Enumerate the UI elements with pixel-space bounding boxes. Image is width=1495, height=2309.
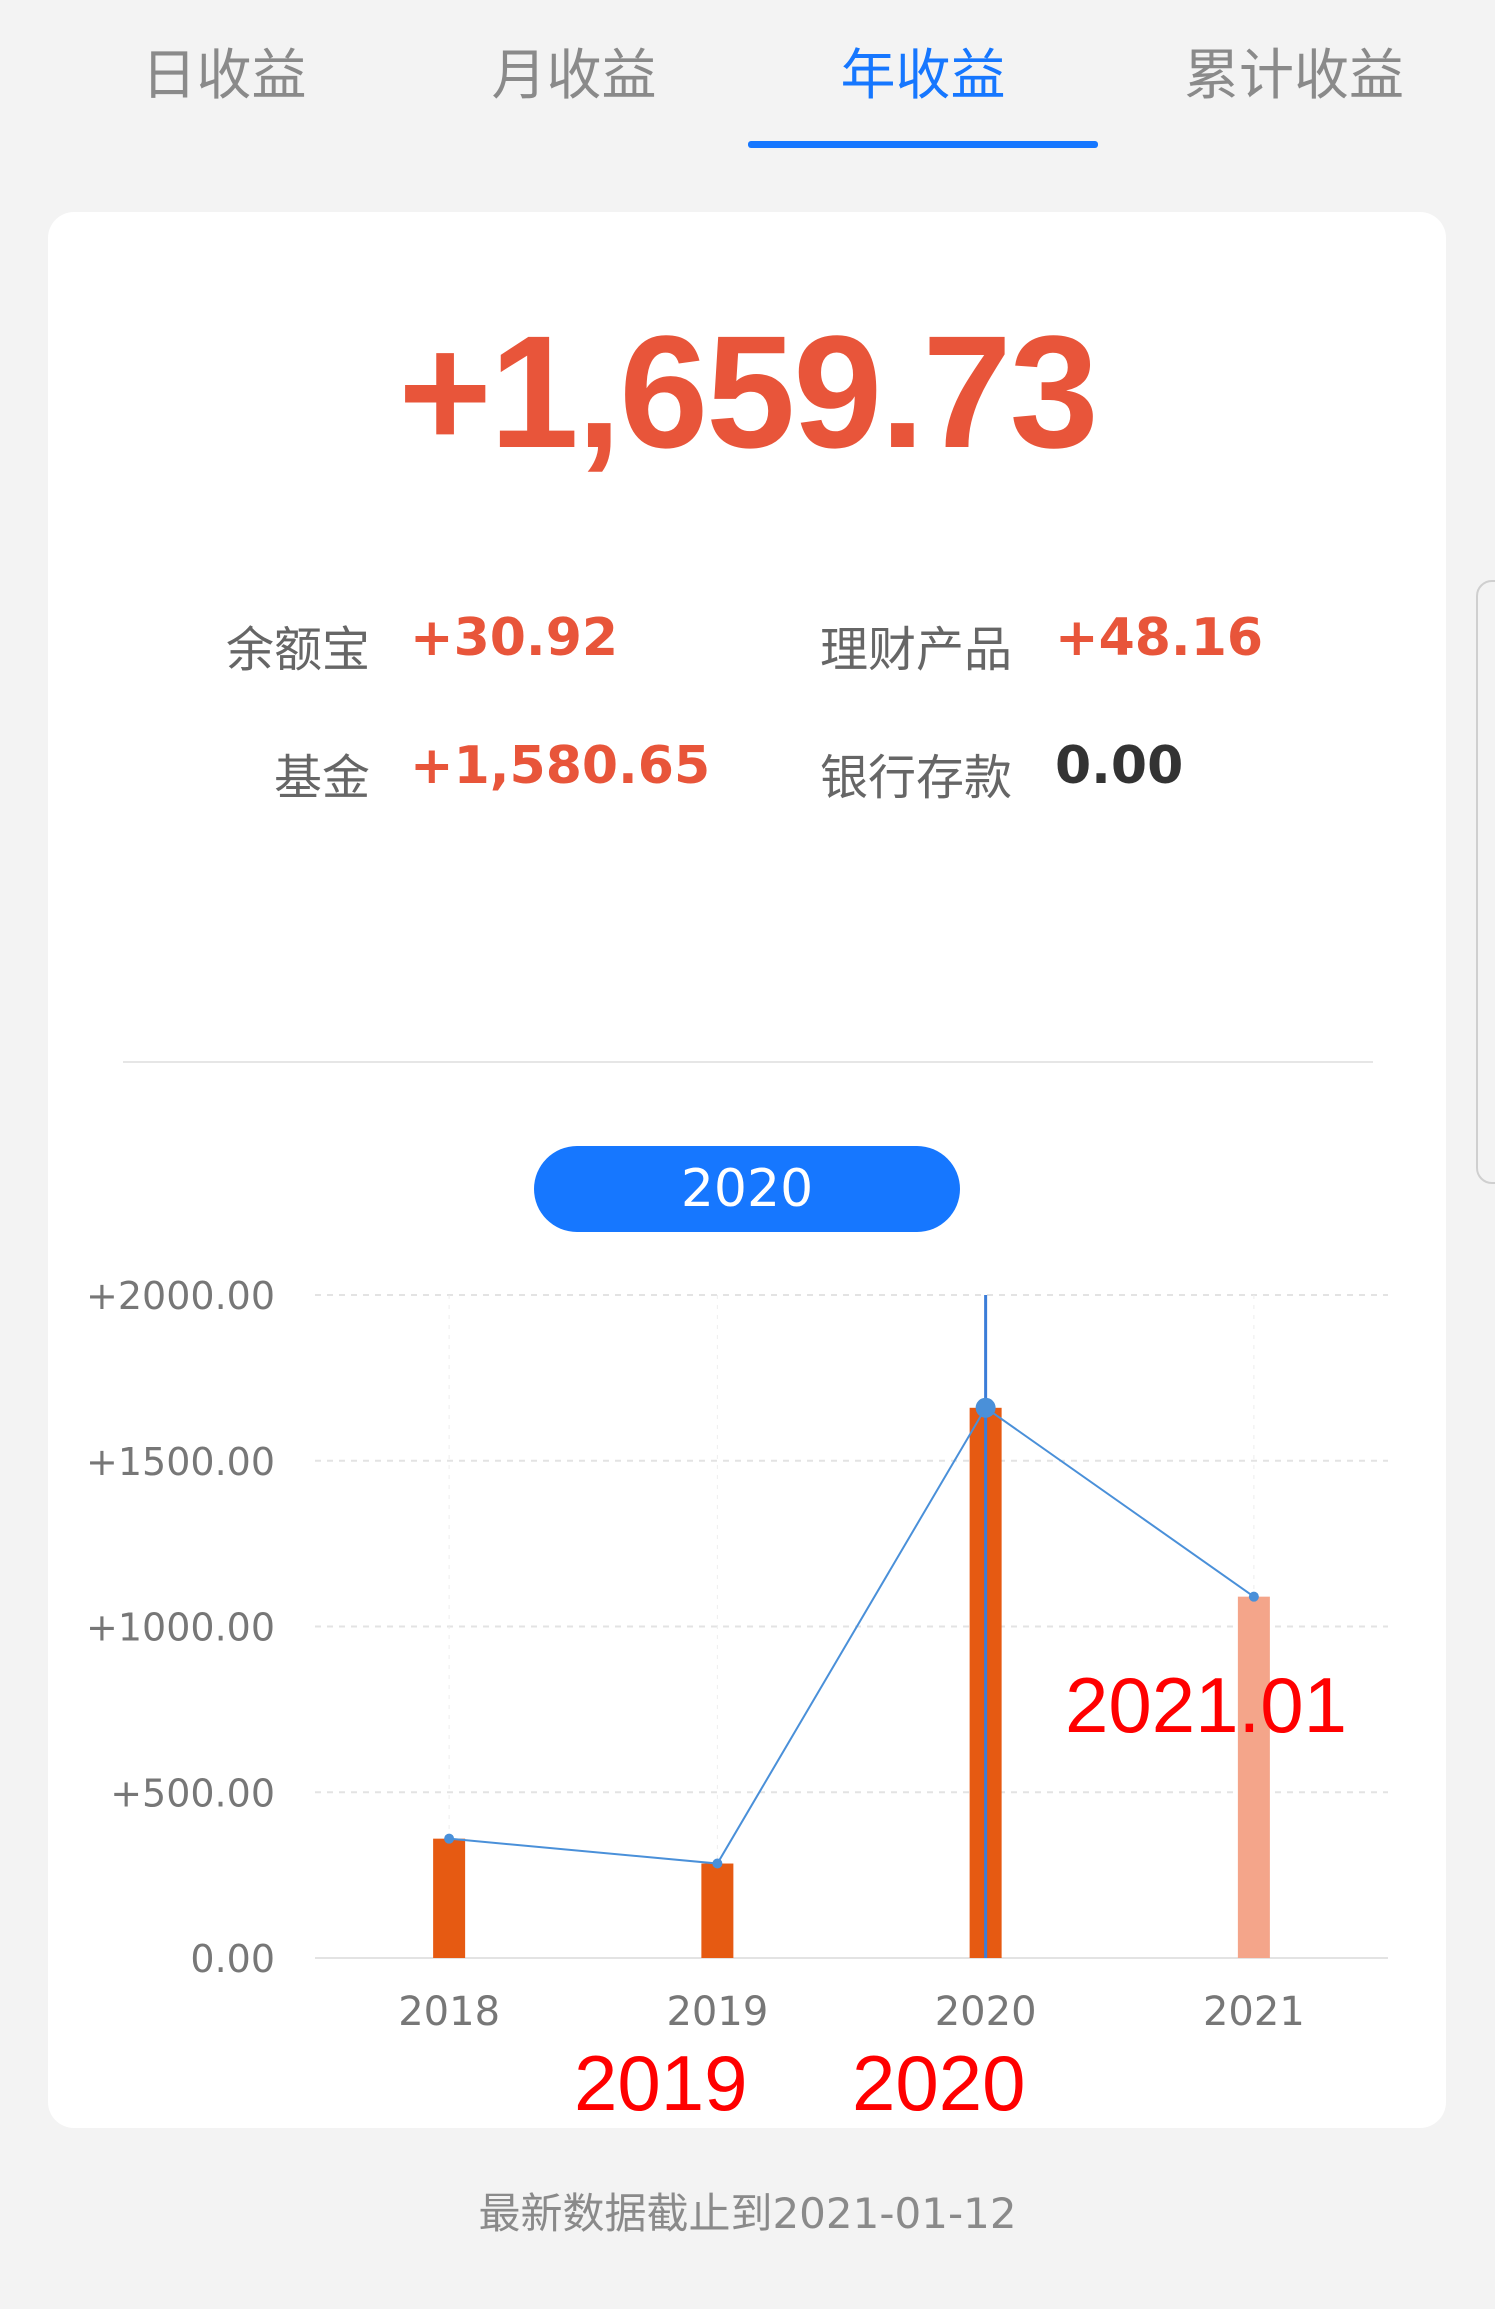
tab-bar: 日收益 月收益 年收益 累计收益 (0, 0, 1495, 150)
breakdown-label-bank-deposit: 银行存款 (819, 750, 1012, 806)
annotation-2020: 2020 (852, 2039, 1026, 2127)
selected-year-pill[interactable]: 2020 (534, 1146, 960, 1232)
breakdown-value-wealth-products: +48.16 (1055, 608, 1264, 668)
tab-monthly[interactable]: 月收益 (454, 35, 694, 115)
y-tick-label: +1500.00 (86, 1440, 275, 1484)
tab-cumulative[interactable]: 累计收益 (1154, 35, 1434, 115)
data-point (712, 1858, 723, 1869)
tab-yearly[interactable]: 年收益 (803, 35, 1043, 115)
x-tick-label: 2018 (398, 1989, 500, 2035)
bar (701, 1863, 734, 1958)
data-point (1248, 1591, 1259, 1602)
bar (433, 1838, 466, 1958)
breakdown-label-wealth-products: 理财产品 (819, 622, 1012, 678)
annotation-2021-01: 2021.01 (1065, 1661, 1347, 1749)
active-tab-indicator (748, 141, 1098, 148)
x-tick-label: 2019 (666, 1989, 768, 2035)
total-earnings: +1,659.73 (398, 302, 1098, 481)
breakdown-value-yuebao: +30.92 (410, 608, 619, 668)
y-tick-label: +500.00 (110, 1771, 275, 1815)
y-tick-label: 0.00 (190, 1937, 275, 1981)
tab-daily[interactable]: 日收益 (104, 35, 344, 115)
divider (123, 1061, 1373, 1063)
side-scroll-handle[interactable] (1476, 580, 1495, 1184)
breakdown-value-bank-deposit: 0.00 (1055, 736, 1184, 796)
trend-line (449, 1406, 1255, 1865)
y-tick-label: +1000.00 (86, 1606, 275, 1650)
x-tick-label: 2020 (935, 1989, 1037, 2035)
breakdown-label-fund: 基金 (273, 750, 370, 806)
data-cutoff-note: 最新数据截止到2021-01-12 (478, 2189, 1017, 2238)
data-point (975, 1397, 996, 1418)
breakdown-value-fund: +1,580.65 (410, 736, 711, 796)
bar (1237, 1596, 1270, 1958)
data-point (444, 1833, 455, 1844)
breakdown-label-yuebao: 余额宝 (225, 622, 370, 678)
y-tick-label: +2000.00 (86, 1274, 275, 1318)
annotation-2019: 2019 (574, 2039, 748, 2127)
x-tick-label: 2021 (1203, 1989, 1305, 2035)
